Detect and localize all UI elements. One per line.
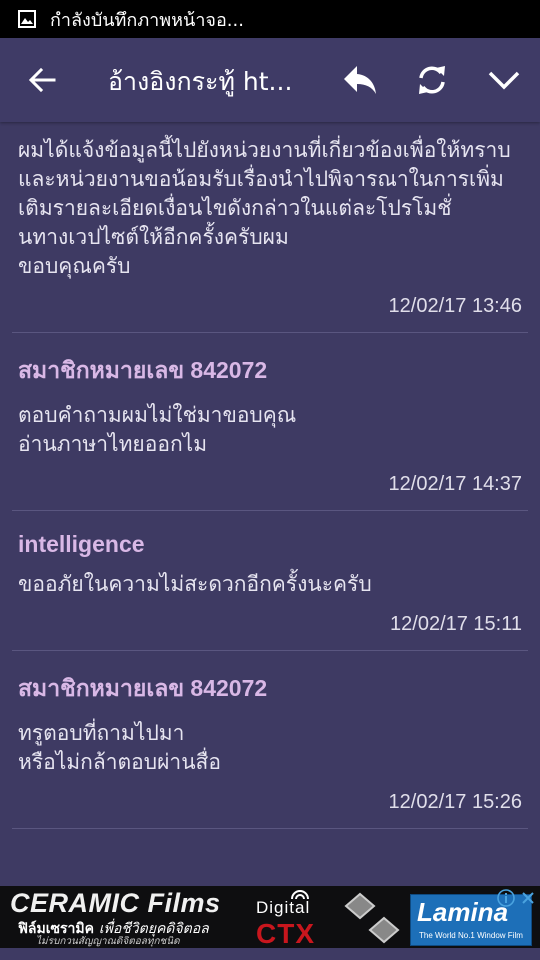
ad-ctx-label: CTX bbox=[256, 918, 315, 948]
back-button[interactable] bbox=[22, 60, 62, 100]
reply-icon bbox=[344, 66, 376, 94]
info-icon[interactable] bbox=[496, 888, 516, 908]
reply-time: 12/02/17 15:26 bbox=[388, 791, 522, 813]
reply-body: ตอบคำถามผมไม่ใช่มาขอบคุณ อ่านภาษาไทยออกไ… bbox=[18, 403, 297, 456]
refresh-icon bbox=[419, 66, 445, 94]
reply-author[interactable]: สมาชิกหมายเลข 842072 bbox=[18, 333, 522, 389]
diamond-logo-icon bbox=[344, 892, 400, 944]
refresh-button[interactable] bbox=[410, 58, 454, 102]
reply-list[interactable]: ผมได้แจ้งข้อมูลนี้ไปยังหน่วยงานที่เกี่ยว… bbox=[0, 122, 540, 886]
arrow-back-icon bbox=[28, 67, 56, 93]
reply-item: สมาชิกหมายเลข 842072 ตอบคำถามผมไม่ใช่มาข… bbox=[12, 333, 528, 511]
status-text: กำลังบันทึกภาพหน้าจอ... bbox=[50, 9, 244, 31]
reply-author[interactable]: intelligence bbox=[18, 511, 522, 558]
app-bar: อ้างอิงกระทู้ ht... bbox=[0, 38, 540, 122]
reply-time: 12/02/17 14:37 bbox=[388, 473, 522, 495]
expand-button[interactable] bbox=[482, 58, 526, 102]
ad-ceramic-title: CERAMIC Films bbox=[10, 888, 221, 918]
reply-body: ทรูตอบที่ถามไปมา หรือไม่กล้าตอบผ่านสื่อ bbox=[18, 721, 221, 774]
status-bar: กำลังบันทึกภาพหน้าจอ... bbox=[0, 0, 540, 38]
reply-body: ขออภัยในความไม่สะดวกอีกครั้งนะครับ bbox=[18, 572, 372, 596]
reply-body: ผมได้แจ้งข้อมูลนี้ไปยังหน่วยงานที่เกี่ยว… bbox=[18, 138, 511, 278]
page-title: อ้างอิงกระทู้ ht... bbox=[108, 67, 293, 96]
reply-item: intelligence ขออภัยในความไม่สะดวกอีกครั้… bbox=[12, 511, 528, 651]
ad-ceramic-tagline: ไม่รบกวนสัญญาณดิจิตอลทุกชนิด bbox=[36, 936, 180, 947]
ad-lamina-tagline: The World No.1 Window Film bbox=[419, 931, 523, 940]
reply-item: สมาชิกหมายเลข 842072 ทรูตอบที่ถามไปมา หร… bbox=[12, 651, 528, 829]
chevron-down-icon bbox=[488, 71, 520, 90]
ad-digital-label: Digital bbox=[256, 898, 311, 917]
reply-author[interactable]: สมาชิกหมายเลข 842072 bbox=[18, 651, 522, 707]
ad-banner[interactable]: CERAMIC Films ฟิล์มเซรามิค เพื่อชีวิตยุค… bbox=[0, 886, 540, 948]
reply-item: ผมได้แจ้งข้อมูลนี้ไปยังหน่วยงานที่เกี่ยว… bbox=[12, 136, 528, 333]
reply-time: 12/02/17 15:11 bbox=[390, 613, 522, 635]
close-icon[interactable] bbox=[518, 888, 538, 908]
reply-time: 12/02/17 13:46 bbox=[388, 295, 522, 317]
image-icon bbox=[18, 10, 36, 28]
reply-button[interactable] bbox=[338, 58, 382, 102]
ad-bottom-strip bbox=[0, 948, 540, 960]
ad-lamina-word: Lamina bbox=[417, 897, 509, 927]
